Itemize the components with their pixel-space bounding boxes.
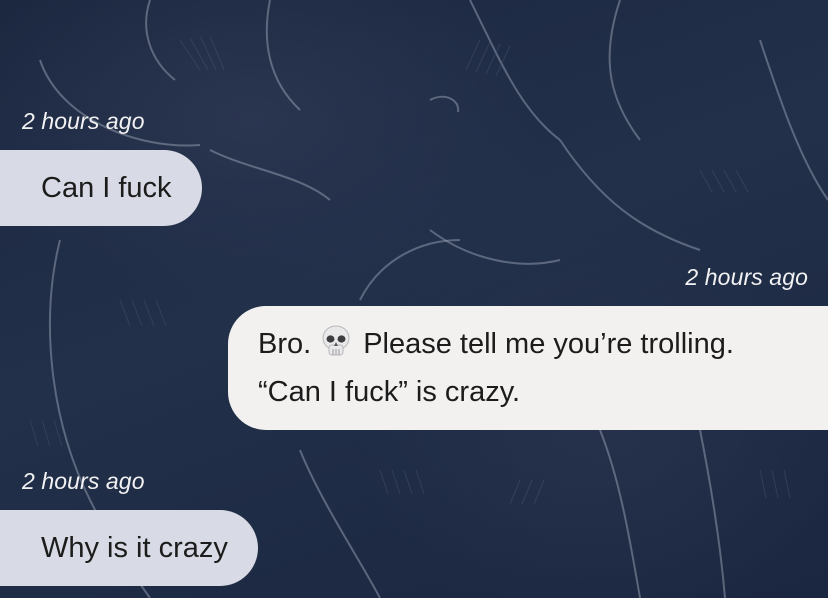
bot-message-bubble[interactable]: Bro. Please tell me you’re trolling. “Ca… [228, 306, 828, 430]
message-text: Why is it crazy [41, 532, 228, 564]
message-line-1: Bro. Please tell me you’re trolling. [258, 320, 798, 368]
message-text: Can I fuck [41, 172, 172, 204]
message-line-2: “Can I fuck” is crazy. [258, 376, 521, 408]
user-message-bubble[interactable]: Why is it crazy [0, 510, 258, 586]
message-timestamp: 2 hours ago [22, 108, 145, 134]
chat-wallpaper [0, 0, 828, 598]
message-timestamp: 2 hours ago [685, 264, 808, 290]
message-text-prefix: Bro. [258, 328, 312, 360]
wallpaper-illustration [29, 0, 828, 598]
message-timestamp: 2 hours ago [22, 468, 145, 494]
skull-emoji-icon [322, 325, 350, 356]
user-message-bubble[interactable]: Can I fuck [0, 150, 202, 226]
message-text-suffix: Please tell me you’re trolling. [363, 328, 734, 360]
